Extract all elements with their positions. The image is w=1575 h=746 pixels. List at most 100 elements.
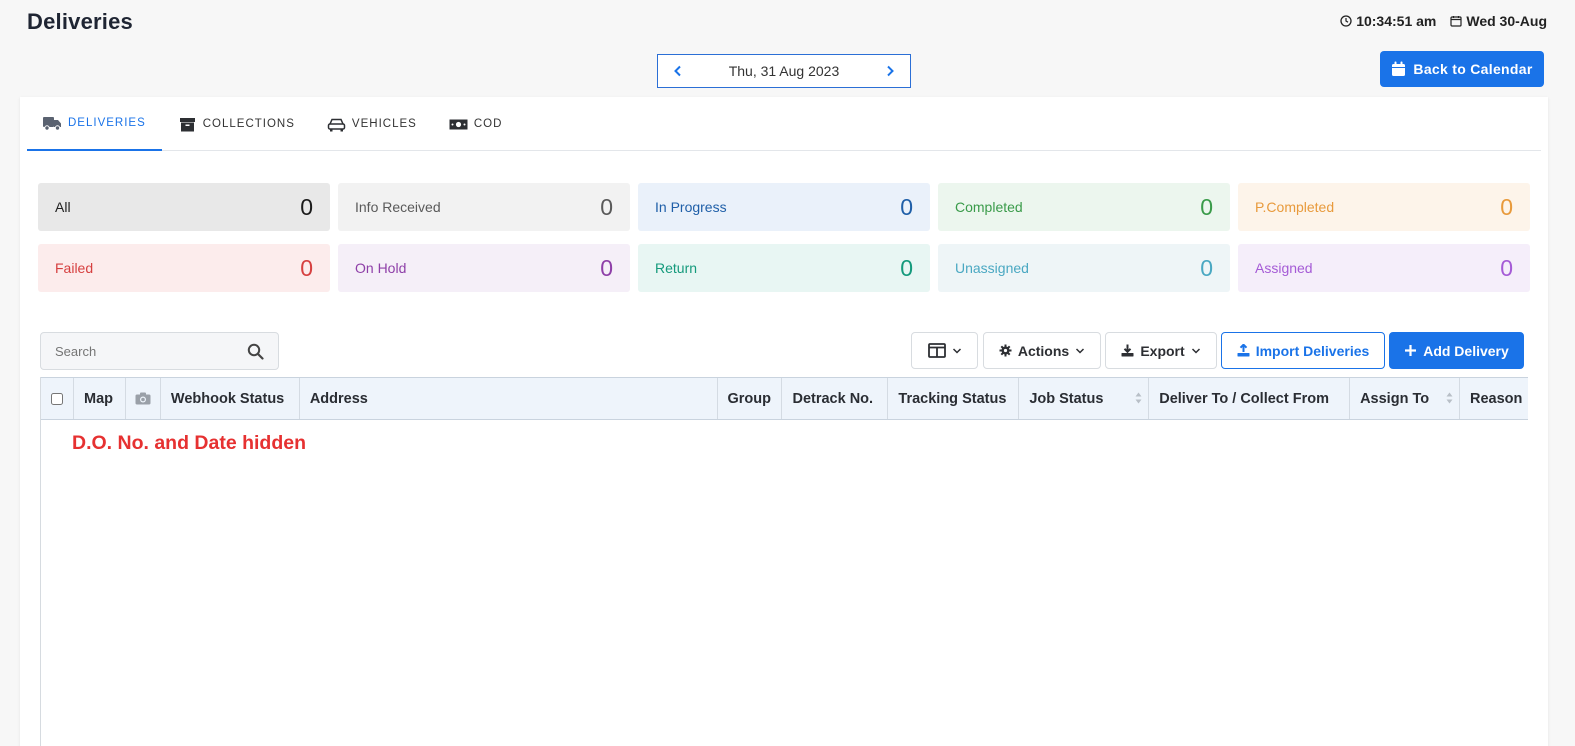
gear-icon <box>999 344 1012 357</box>
status-tile-completed[interactable]: Completed 0 <box>938 183 1230 231</box>
status-count: 0 <box>600 254 613 281</box>
prev-date-button[interactable] <box>670 63 686 79</box>
deliveries-table: Map Webhook Status Address Group Detrack… <box>40 377 1528 746</box>
status-tile-assigned[interactable]: Assigned 0 <box>1238 244 1530 292</box>
status-label: Failed <box>55 260 94 276</box>
status-count: 0 <box>1500 254 1513 281</box>
status-tile-unassigned[interactable]: Unassigned 0 <box>938 244 1230 292</box>
tab-deliveries-label: DELIVERIES <box>68 117 146 129</box>
actions-dropdown-button[interactable]: Actions <box>983 332 1101 369</box>
next-date-button[interactable] <box>882 63 898 79</box>
status-label: In Progress <box>655 199 727 215</box>
status-count: 0 <box>1500 193 1513 220</box>
chevron-left-icon <box>674 65 681 77</box>
import-label: Import Deliveries <box>1255 342 1370 359</box>
column-assign-to[interactable]: Assign To <box>1350 378 1460 419</box>
chevron-down-icon <box>1076 347 1085 354</box>
status-tile-info-received[interactable]: Info Received 0 <box>338 183 630 231</box>
status-label: All <box>55 199 71 215</box>
status-count: 0 <box>1200 254 1213 281</box>
tab-collections[interactable]: COLLECTIONS <box>162 97 311 151</box>
date-navigator: Thu, 31 Aug 2023 <box>657 54 911 88</box>
tab-deliveries[interactable]: DELIVERIES <box>27 97 162 151</box>
column-job-status[interactable]: Job Status <box>1019 378 1150 419</box>
status-tile-return[interactable]: Return 0 <box>638 244 930 292</box>
status-count: 0 <box>600 193 613 220</box>
status-count: 0 <box>1200 193 1213 220</box>
upload-icon <box>1237 344 1250 357</box>
tab-vehicles-label: VEHICLES <box>351 118 417 130</box>
status-label: Assigned <box>1255 260 1313 276</box>
calendar-icon <box>1450 16 1462 27</box>
status-label: Unassigned <box>955 260 1029 276</box>
import-deliveries-button[interactable]: Import Deliveries <box>1221 332 1385 369</box>
back-to-calendar-button[interactable]: Back to Calendar <box>1380 51 1544 87</box>
tab-collections-label: COLLECTIONS <box>202 118 295 130</box>
current-date[interactable]: Thu, 31 Aug 2023 <box>729 63 840 79</box>
status-label: On Hold <box>355 260 407 276</box>
status-count: 0 <box>900 254 913 281</box>
status-tile-on-hold[interactable]: On Hold 0 <box>338 244 630 292</box>
status-count: 0 <box>900 193 913 220</box>
annotation-note: D.O. No. and Date hidden <box>72 432 307 454</box>
money-icon <box>449 119 468 129</box>
add-delivery-button[interactable]: Add Delivery <box>1389 332 1524 369</box>
column-group[interactable]: Group <box>718 378 783 419</box>
tab-vehicles[interactable]: VEHICLES <box>311 97 433 151</box>
page-title: Deliveries <box>27 9 133 34</box>
clock-icon <box>1340 15 1352 27</box>
date-display: Wed 30-Aug <box>1450 13 1547 29</box>
column-detrack-no[interactable]: Detrack No. <box>782 378 889 419</box>
date-text: Wed 30-Aug <box>1466 13 1547 29</box>
main-card: DELIVERIES COLLECTIONS VEHICLES COD All 0… <box>20 97 1548 746</box>
status-tile-in-progress[interactable]: In Progress 0 <box>638 183 930 231</box>
status-tile-failed[interactable]: Failed 0 <box>38 244 330 292</box>
column-job-status-label: Job Status <box>1029 390 1104 407</box>
chevron-down-icon <box>952 347 961 354</box>
search-icon[interactable] <box>247 343 264 360</box>
status-label: P.Completed <box>1255 199 1335 215</box>
columns-icon <box>927 343 946 358</box>
clock: 10:34:51 am Wed 30-Aug <box>1340 13 1547 29</box>
tab-bar: DELIVERIES COLLECTIONS VEHICLES COD <box>27 97 1541 151</box>
column-tracking-status[interactable]: Tracking Status <box>888 378 1020 419</box>
sort-icon[interactable] <box>1135 392 1142 404</box>
time-display: 10:34:51 am <box>1340 13 1436 29</box>
status-count: 0 <box>300 193 313 220</box>
truck-icon <box>43 116 61 131</box>
calendar-icon <box>1392 61 1406 76</box>
tab-cod[interactable]: COD <box>433 97 519 151</box>
column-map[interactable]: Map <box>74 378 126 419</box>
select-all-checkbox[interactable] <box>51 392 63 405</box>
archive-icon <box>179 117 195 131</box>
tab-cod-label: COD <box>473 118 503 130</box>
export-label: Export <box>1140 342 1185 359</box>
camera-icon <box>135 392 151 405</box>
search-input[interactable] <box>55 343 225 359</box>
time-text: 10:34:51 am <box>1356 13 1437 29</box>
add-delivery-label: Add Delivery <box>1423 342 1509 359</box>
export-dropdown-button[interactable]: Export <box>1105 332 1217 369</box>
column-reason[interactable]: Reason <box>1460 378 1528 419</box>
status-label: Completed <box>955 199 1023 215</box>
status-tile-p-completed[interactable]: P.Completed 0 <box>1238 183 1530 231</box>
chevron-right-icon <box>887 65 894 77</box>
column-webhook-status[interactable]: Webhook Status <box>161 378 300 419</box>
search-box <box>40 332 279 370</box>
column-toggle-button[interactable] <box>911 332 978 369</box>
column-photo[interactable] <box>126 378 161 419</box>
plus-icon <box>1405 345 1417 356</box>
column-address[interactable]: Address <box>300 378 718 419</box>
column-deliver-to[interactable]: Deliver To / Collect From <box>1149 378 1351 419</box>
status-summary-grid: All 0 Info Received 0 In Progress 0 Completed 0… <box>38 183 1531 292</box>
download-icon <box>1121 344 1134 357</box>
sort-icon[interactable] <box>1446 392 1453 404</box>
status-label: Info Received <box>355 199 441 215</box>
status-tile-all[interactable]: All 0 <box>38 183 330 231</box>
back-to-calendar-label: Back to Calendar <box>1413 61 1533 77</box>
column-assign-to-label: Assign To <box>1360 390 1430 407</box>
car-icon <box>327 118 346 131</box>
table-header: Map Webhook Status Address Group Detrack… <box>41 377 1528 420</box>
status-label: Return <box>655 260 698 276</box>
actions-label: Actions <box>1017 342 1070 359</box>
